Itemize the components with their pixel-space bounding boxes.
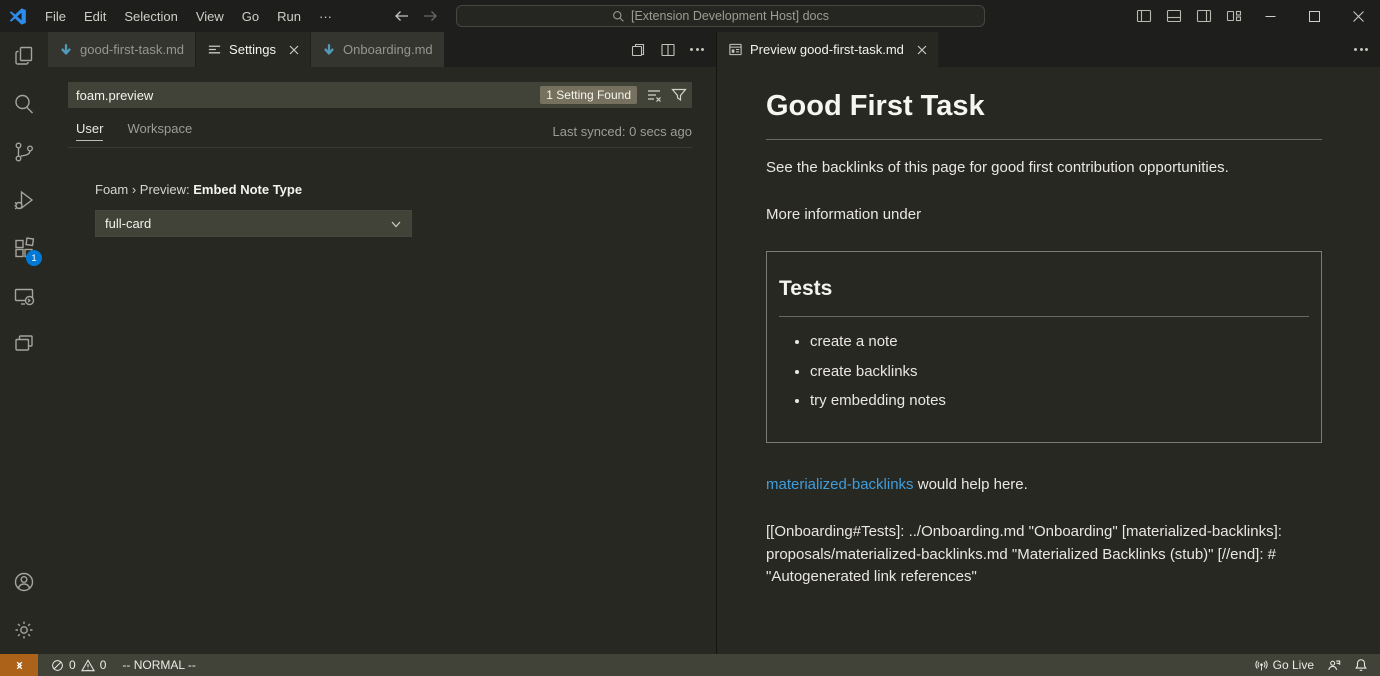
warning-icon [81, 659, 95, 672]
close-tab-icon[interactable] [917, 45, 927, 55]
markdown-preview: Good First Task See the backlinks of thi… [717, 67, 1380, 654]
accounts-icon[interactable] [0, 558, 48, 606]
search-icon [612, 10, 625, 23]
menu-more[interactable]: ··· [310, 5, 341, 28]
vim-mode-indicator[interactable]: -- NORMAL -- [122, 658, 196, 672]
tab-preview-good-first-task[interactable]: Preview good-first-task.md [717, 32, 939, 67]
toggle-sidebar-icon[interactable] [1136, 8, 1152, 24]
source-control-icon[interactable] [0, 128, 48, 176]
nav-back-icon[interactable] [394, 8, 410, 24]
open-settings-json-icon[interactable] [630, 42, 646, 58]
toggle-secondary-sidebar-icon[interactable] [1196, 8, 1212, 24]
menubar: File Edit Selection View Go Run ··· [36, 5, 341, 28]
error-count: 0 [69, 658, 76, 672]
more-actions-icon[interactable] [1354, 48, 1368, 51]
manage-gear-icon[interactable] [0, 606, 48, 654]
settings-editor-icon [207, 42, 222, 57]
menu-file[interactable]: File [36, 5, 75, 28]
setting-name: Embed Note Type [193, 182, 302, 197]
tab-label: Onboarding.md [343, 42, 433, 57]
menu-run[interactable]: Run [268, 5, 310, 28]
warning-count: 0 [100, 658, 107, 672]
remote-indicator[interactable] [0, 654, 38, 676]
chevron-down-icon [390, 218, 402, 230]
titlebar: File Edit Selection View Go Run ··· [Ext… [0, 0, 1380, 32]
tab-label: good-first-task.md [80, 42, 184, 57]
minimize-button[interactable] [1248, 0, 1292, 32]
problems-indicator[interactable]: 0 0 [51, 658, 106, 672]
list-item: try embedding notes [810, 390, 1309, 413]
left-editor-group: good-first-task.md Settings Onboarding. [48, 32, 716, 654]
tab-onboarding[interactable]: Onboarding.md [311, 32, 445, 67]
list-item: create backlinks [810, 361, 1309, 384]
tab-good-first-task[interactable]: good-first-task.md [48, 32, 196, 67]
notifications-bell-icon[interactable] [1354, 658, 1368, 672]
setting-category: Foam › Preview: [95, 182, 193, 197]
panels-view-icon[interactable] [0, 320, 48, 368]
dropdown-value: full-card [105, 216, 151, 231]
filter-settings-icon[interactable] [671, 87, 687, 103]
tab-label: Preview good-first-task.md [750, 42, 904, 57]
extensions-icon[interactable]: 1 [0, 224, 48, 272]
command-center[interactable]: [Extension Development Host] docs [456, 5, 985, 27]
settings-sync-status: Last synced: 0 secs ago [553, 124, 692, 139]
close-tab-icon[interactable] [289, 45, 299, 55]
settings-result-count-badge: 1 Setting Found [540, 86, 637, 104]
command-center-title: [Extension Development Host] docs [631, 9, 829, 23]
menu-view[interactable]: View [187, 5, 233, 28]
split-editor-icon[interactable] [660, 42, 676, 58]
list-item: create a note [810, 331, 1309, 354]
settings-scope-workspace-tab[interactable]: Workspace [127, 121, 192, 141]
embedded-note-heading: Tests [779, 273, 1309, 318]
markdown-preview-icon [728, 42, 743, 57]
nav-forward-icon[interactable] [422, 8, 438, 24]
markdown-file-icon [322, 43, 336, 57]
materialized-backlinks-link[interactable]: materialized-backlinks [766, 476, 914, 493]
settings-scope-user-tab[interactable]: User [76, 121, 103, 141]
maximize-button[interactable] [1292, 0, 1336, 32]
go-live-label: Go Live [1273, 658, 1314, 672]
menu-edit[interactable]: Edit [75, 5, 115, 28]
clear-settings-search-icon[interactable] [646, 87, 662, 103]
toggle-panel-icon[interactable] [1166, 8, 1182, 24]
search-view-icon[interactable] [0, 80, 48, 128]
markdown-file-icon [59, 43, 73, 57]
explorer-icon[interactable] [0, 32, 48, 80]
preview-heading: Good First Task [766, 83, 1322, 140]
menu-go[interactable]: Go [233, 5, 268, 28]
activity-bar: 1 [0, 32, 48, 654]
help-rest: would help here. [914, 476, 1028, 493]
tab-settings[interactable]: Settings [196, 32, 311, 67]
close-window-button[interactable] [1336, 0, 1380, 32]
settings-editor: 1 Setting Found User Workspace Last sync… [48, 67, 716, 654]
more-actions-icon[interactable] [690, 48, 704, 51]
embedded-note-card: Tests create a note create backlinks try… [766, 251, 1322, 443]
status-bar: 0 0 -- NORMAL -- Go Live [0, 654, 1380, 676]
setting-foam-preview-embed-note-type: Foam › Preview: Embed Note Type full-car… [95, 182, 716, 237]
embedded-note-list: create a note create backlinks try embed… [779, 331, 1309, 413]
run-debug-icon[interactable] [0, 176, 48, 224]
setting-label: Foam › Preview: Embed Note Type [95, 182, 716, 197]
broadcast-icon [1255, 659, 1268, 672]
feedback-icon[interactable] [1327, 658, 1341, 672]
tab-label: Settings [229, 42, 276, 57]
customize-layout-icon[interactable] [1226, 8, 1242, 24]
right-editor-group: Preview good-first-task.md Good First Ta… [716, 32, 1380, 654]
go-live-button[interactable]: Go Live [1255, 658, 1314, 672]
preview-intro: See the backlinks of this page for good … [766, 157, 1322, 180]
remote-explorer-icon[interactable] [0, 272, 48, 320]
right-tabstrip: Preview good-first-task.md [717, 32, 1380, 67]
extensions-badge: 1 [26, 250, 42, 266]
help-paragraph: materialized-backlinks would help here. [766, 474, 1322, 497]
menu-selection[interactable]: Selection [115, 5, 186, 28]
link-references: [[Onboarding#Tests]: ../Onboarding.md "O… [766, 521, 1322, 589]
left-tabstrip: good-first-task.md Settings Onboarding. [48, 32, 716, 67]
preview-more-info: More information under [766, 204, 1322, 227]
settings-divider [68, 147, 692, 148]
vscode-logo-icon [9, 8, 26, 25]
embed-note-type-dropdown[interactable]: full-card [95, 210, 412, 237]
error-icon [51, 659, 64, 672]
